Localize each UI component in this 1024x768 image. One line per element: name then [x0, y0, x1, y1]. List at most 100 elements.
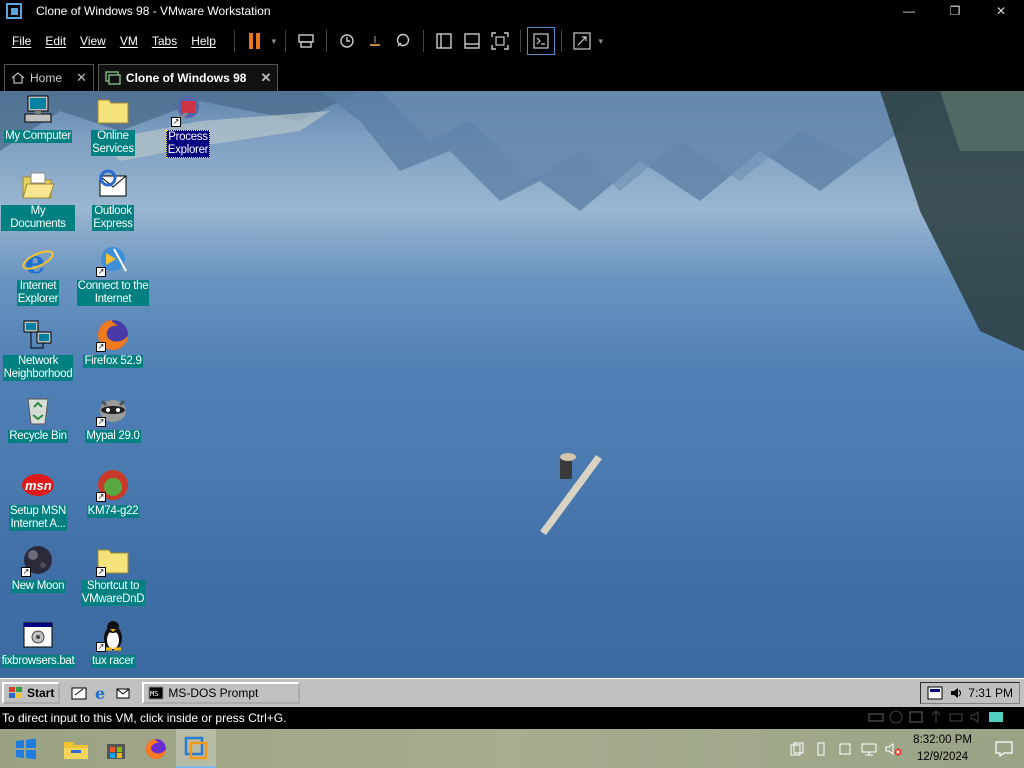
microsoft-store-icon[interactable] [96, 729, 136, 768]
menu-vm[interactable]: VM [114, 34, 144, 48]
start-label: Start [27, 686, 55, 700]
network-icon [21, 318, 55, 352]
tab-label: Home [30, 71, 63, 85]
internet-explorer-icon: e [21, 243, 55, 281]
desktop-icon-my-documents[interactable]: My Documents [1, 168, 75, 231]
console-view-icon[interactable] [526, 27, 555, 55]
guest-clock[interactable]: 7:31 PM [968, 686, 1013, 700]
desktop-icon-label: Recycle Bin [8, 430, 68, 443]
volume-muted-icon[interactable] [881, 729, 905, 768]
menu-edit[interactable]: Edit [39, 34, 72, 48]
desktop-icon-recycle-bin[interactable]: Recycle Bin [1, 393, 75, 443]
desktop-icon-process-explorer[interactable]: ↗ Process Explorer [151, 93, 225, 158]
start-button[interactable]: Start [2, 682, 61, 704]
snapshot-manager-icon[interactable] [389, 27, 417, 55]
network-adapter-icon[interactable] [908, 710, 924, 724]
restore-button[interactable]: ❐ [932, 0, 978, 22]
network-icon[interactable] [857, 729, 881, 768]
desktop-icon-label: Process Explorer [165, 130, 211, 158]
desktop-icon-fixbrowsers[interactable]: fixbrowsers.bat [0, 618, 76, 668]
show-library-icon[interactable] [430, 27, 458, 55]
shortcut-arrow-icon: ↗ [96, 417, 106, 427]
host-clock[interactable]: 8:32:00 PM 12/9/2024 [913, 732, 972, 766]
tablet-icon[interactable] [833, 729, 857, 768]
desktop-icon-shortcut-to-vmwarednd[interactable]: ↗ Shortcut to VMwareDnD [76, 543, 150, 606]
desktop-icon-mypal[interactable]: ↗ Mypal 29.0 [76, 393, 150, 443]
tab-close-icon[interactable]: ✕ [260, 70, 271, 86]
menu-tabs[interactable]: Tabs [146, 34, 183, 48]
svg-text:MS: MS [150, 690, 158, 698]
show-desktop-icon[interactable] [68, 682, 90, 704]
firefox-icon[interactable] [136, 729, 176, 768]
desktop-wallpaper[interactable] [0, 91, 1024, 678]
tab-close-icon[interactable]: ✕ [76, 70, 87, 86]
stretch-menu-chevron-icon[interactable]: ▼ [596, 27, 606, 55]
hard-disk-icon[interactable] [868, 710, 884, 724]
desktop-icon-tux-racer[interactable]: ↗ tux racer [76, 618, 150, 668]
wallpaper-scene [0, 91, 1024, 535]
shortcut-arrow-icon: ↗ [21, 567, 31, 577]
usb-device-icon[interactable] [928, 710, 944, 724]
tab-clone-of-windows-98[interactable]: Clone of Windows 98 ✕ [97, 64, 279, 91]
open-folder-icon [21, 168, 55, 202]
notifications-icon[interactable] [984, 729, 1024, 768]
file-explorer-icon[interactable] [56, 729, 96, 768]
full-screen-icon[interactable] [486, 27, 514, 55]
tray-scheduler-icon[interactable] [927, 686, 943, 700]
home-icon [11, 72, 25, 84]
desktop-icon-online-services[interactable]: Online Services [76, 93, 150, 156]
desktop-icon-label: Setup MSN Internet A... [8, 505, 68, 531]
desktop-icon-internet-explorer[interactable]: e Internet Explorer [1, 243, 75, 306]
desktop-icon-firefox[interactable]: ↗ Firefox 52.9 [76, 318, 150, 368]
desktop-icon-label: KM74-g22 [86, 505, 140, 518]
recycle-bin-icon [21, 393, 55, 427]
internet-explorer-icon[interactable]: e [90, 682, 112, 704]
toolbar-separator [560, 30, 562, 52]
copy-icon[interactable] [785, 729, 809, 768]
outlook-express-icon[interactable] [112, 682, 134, 704]
menu-file[interactable]: File [6, 34, 37, 48]
menu-help[interactable]: Help [185, 34, 222, 48]
volume-icon[interactable] [949, 686, 963, 700]
stretch-guest-icon[interactable] [568, 27, 596, 55]
desktop-icon-setup-msn[interactable]: msn Setup MSN Internet A... [1, 468, 75, 531]
usb-drive-icon[interactable] [809, 729, 833, 768]
desktop-icon-network-neighborhood[interactable]: Network Neighborhood [1, 318, 75, 381]
desktop-icon-label: New Moon [10, 580, 66, 593]
desktop-icon-my-computer[interactable]: My Computer [1, 93, 75, 143]
vm-display[interactable]: My Computer Online Services ↗ Process Ex… [0, 91, 1024, 707]
close-button[interactable]: ✕ [978, 0, 1024, 22]
desktop-icon-label: Internet Explorer [16, 280, 60, 306]
send-ctrl-alt-del-icon[interactable] [292, 27, 320, 55]
cd-dvd-icon[interactable] [888, 710, 904, 724]
thumbnail-bar-icon[interactable] [458, 27, 486, 55]
windows-flag-icon [9, 687, 22, 698]
process-explorer-icon: ↗ [171, 93, 205, 127]
pause-icon[interactable] [241, 27, 269, 55]
snapshot-icon[interactable] [333, 27, 361, 55]
menu-view[interactable]: View [74, 34, 112, 48]
desktop-icon-label: fixbrowsers.bat [0, 655, 76, 668]
status-message: To direct input to this VM, click inside… [2, 711, 287, 725]
desktop-icon-outlook-express[interactable]: Outlook Express [76, 168, 150, 231]
desktop-icon-connect-to-the-internet[interactable]: ↗ Connect to the Internet [76, 243, 150, 306]
toolbar-separator [519, 30, 521, 52]
toolbar-separator [233, 30, 235, 52]
vmware-status-bar: To direct input to this VM, click inside… [0, 707, 1024, 729]
minimize-button[interactable]: — [886, 0, 932, 22]
windows-start-icon[interactable] [6, 729, 46, 768]
printer-icon[interactable] [948, 710, 964, 724]
sound-card-icon[interactable] [968, 710, 984, 724]
desktop-icon-label: Shortcut to VMwareDnD [80, 580, 146, 606]
toolbar-separator [422, 30, 424, 52]
message-log-icon[interactable] [988, 710, 1004, 724]
desktop-icon-km74[interactable]: ↗ KM74-g22 [76, 468, 150, 518]
pause-menu-chevron-icon[interactable]: ▼ [269, 27, 279, 55]
revert-snapshot-icon[interactable] [361, 27, 389, 55]
tab-home[interactable]: Home ✕ [4, 64, 94, 91]
taskbar-button-ms-dos-prompt[interactable]: MS MS-DOS Prompt [142, 682, 301, 704]
desktop-icon-new-moon[interactable]: ↗ New Moon [1, 543, 75, 593]
vmware-workstation-icon[interactable] [176, 729, 216, 768]
task-label: MS-DOS Prompt [168, 686, 259, 700]
host-system-tray: 8:32:00 PM 12/9/2024 [785, 729, 1024, 768]
